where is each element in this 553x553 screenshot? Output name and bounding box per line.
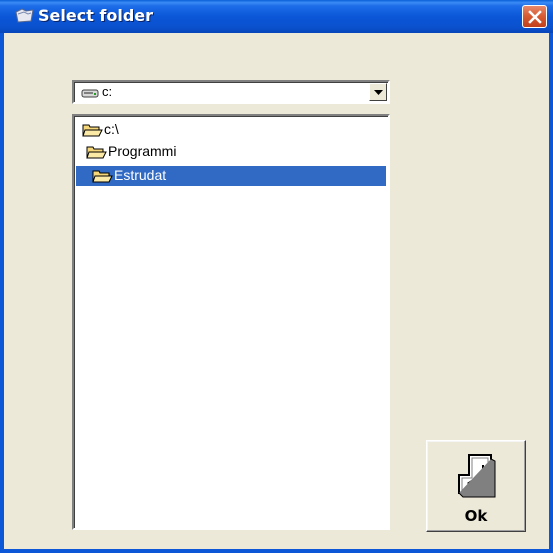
- window-frame-bottom: [0, 549, 553, 553]
- ok-button-label: Ok: [464, 507, 488, 525]
- tree-item-label: Estrudat: [114, 167, 167, 183]
- folder-tree[interactable]: c:\ Programmi Estrudat: [72, 114, 390, 530]
- select-folder-dialog: Select folder c: c:\ Programmi Estrudat …: [0, 0, 553, 553]
- tree-item-estrudat[interactable]: Estrudat: [76, 166, 386, 186]
- tree-item-root[interactable]: c:\: [82, 120, 162, 140]
- ok-button[interactable]: Ok: [426, 440, 526, 532]
- folder-app-icon: [14, 8, 36, 24]
- open-folder-icon: [92, 168, 114, 184]
- close-button[interactable]: [522, 5, 547, 28]
- drive-select-dropdown-button[interactable]: [369, 83, 387, 101]
- tree-item-label: c:\: [104, 121, 119, 137]
- window-frame-left: [0, 33, 4, 553]
- open-folder-icon: [82, 122, 104, 138]
- drive-icon: [81, 86, 99, 98]
- drive-select-value: c:: [102, 84, 113, 99]
- enter-key-icon: [455, 453, 499, 506]
- close-icon: [528, 10, 542, 24]
- title-bar[interactable]: Select folder: [0, 0, 553, 33]
- tree-item-label: Programmi: [108, 143, 177, 159]
- drive-select[interactable]: c:: [72, 80, 390, 104]
- open-folder-icon: [86, 144, 108, 160]
- tree-item-programmi[interactable]: Programmi: [86, 142, 206, 162]
- window-title: Select folder: [38, 6, 154, 25]
- chevron-down-icon: [374, 90, 383, 95]
- window-frame-right: [549, 33, 553, 553]
